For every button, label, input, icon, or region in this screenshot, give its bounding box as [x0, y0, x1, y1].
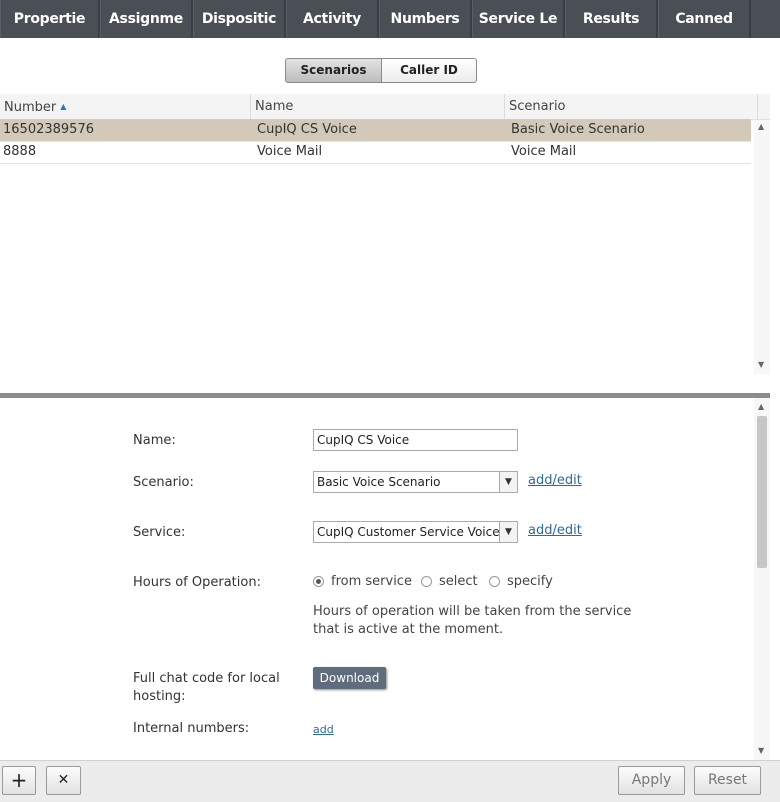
column-header-scenario[interactable]: Scenario [505, 94, 758, 119]
scenario-label: Scenario: [133, 475, 194, 490]
download-button[interactable]: Download [313, 667, 386, 689]
tab-properties[interactable]: Propertie [0, 0, 100, 38]
chevron-down-icon[interactable]: ▼ [499, 522, 517, 542]
service-label: Service: [133, 525, 186, 540]
tab-assignments[interactable]: Assignme [100, 0, 193, 38]
tab-results[interactable]: Results [565, 0, 658, 38]
scenario-add-edit-link[interactable]: add/edit [528, 473, 582, 488]
service-add-edit-link[interactable]: add/edit [528, 523, 582, 538]
tab-activity[interactable]: Activity [286, 0, 379, 38]
add-button[interactable]: + [2, 766, 36, 795]
service-select-value: CupIQ Customer Service Voice [317, 525, 500, 539]
tab-canned[interactable]: Canned [658, 0, 751, 38]
hours-label: Hours of Operation: [133, 575, 261, 590]
apply-button[interactable]: Apply [618, 766, 685, 795]
column-header-label: Name [255, 99, 294, 114]
tab-dispositions[interactable]: Dispositic [193, 0, 286, 38]
hours-from-service-radio[interactable] [313, 576, 324, 587]
cell-name: Voice Mail [257, 144, 323, 159]
cell-scenario: Voice Mail [511, 144, 577, 159]
service-select[interactable]: CupIQ Customer Service Voice ▼ [313, 521, 518, 543]
cell-number: 16502389576 [3, 122, 94, 137]
hours-specify-radio[interactable] [489, 576, 500, 587]
scroll-up-icon[interactable]: ▲ [758, 402, 764, 411]
table-row[interactable]: 16502389576 CupIQ CS Voice Basic Voice S… [0, 119, 751, 142]
caller-id-toggle-button[interactable]: Caller ID [382, 58, 477, 83]
column-header-label: Number [4, 100, 57, 115]
table-scrollbar[interactable]: ▲ ▼ [754, 120, 770, 374]
add-internal-number-link[interactable]: add [313, 723, 334, 736]
name-label: Name: [133, 433, 176, 448]
hours-note: Hours of operation will be taken from th… [313, 604, 632, 637]
cell-name: CupIQ CS Voice [257, 122, 357, 137]
name-input[interactable]: CupIQ CS Voice [313, 429, 518, 451]
reset-button[interactable]: Reset [694, 766, 761, 795]
view-toggle: Scenarios Caller ID [285, 58, 477, 83]
hours-specify-label: specify [507, 574, 553, 589]
scroll-down-icon[interactable]: ▼ [758, 360, 764, 369]
chevron-down-icon[interactable]: ▼ [499, 472, 517, 492]
cell-number: 8888 [3, 144, 37, 159]
form-scrollbar[interactable]: ▲ ▼ [754, 398, 770, 760]
internal-numbers-label: Internal numbers: [133, 721, 250, 736]
remove-button[interactable]: ✕ [46, 766, 81, 795]
tab-service-level[interactable]: Service Le [472, 0, 565, 38]
top-tab-bar: Propertie Assignme Dispositic Activity N… [0, 0, 780, 38]
chat-code-label: Full chat code for local hosting: [133, 671, 280, 704]
bottom-toolbar: + ✕ Apply Reset [0, 760, 780, 802]
hours-select-radio[interactable] [421, 576, 432, 587]
scroll-thumb[interactable] [757, 416, 767, 568]
scenario-select[interactable]: Basic Voice Scenario ▼ [313, 471, 518, 493]
column-header-label: Scenario [509, 99, 566, 114]
column-header-name[interactable]: Name [251, 94, 505, 119]
column-header-number[interactable]: Number ▲ [0, 94, 251, 119]
hours-select-label: select [439, 574, 478, 589]
scenario-select-value: Basic Voice Scenario [317, 475, 441, 489]
hours-from-service-label: from service [331, 574, 412, 589]
scenarios-toggle-button[interactable]: Scenarios [285, 58, 382, 83]
table-row[interactable]: 8888 Voice Mail Voice Mail [0, 141, 751, 164]
scroll-up-icon[interactable]: ▲ [758, 122, 764, 131]
sort-asc-icon: ▲ [60, 102, 67, 111]
scroll-down-icon[interactable]: ▼ [758, 746, 764, 755]
table-header: Number ▲ Name Scenario [0, 94, 770, 120]
tab-numbers[interactable]: Numbers [379, 0, 472, 38]
cell-scenario: Basic Voice Scenario [511, 122, 645, 137]
